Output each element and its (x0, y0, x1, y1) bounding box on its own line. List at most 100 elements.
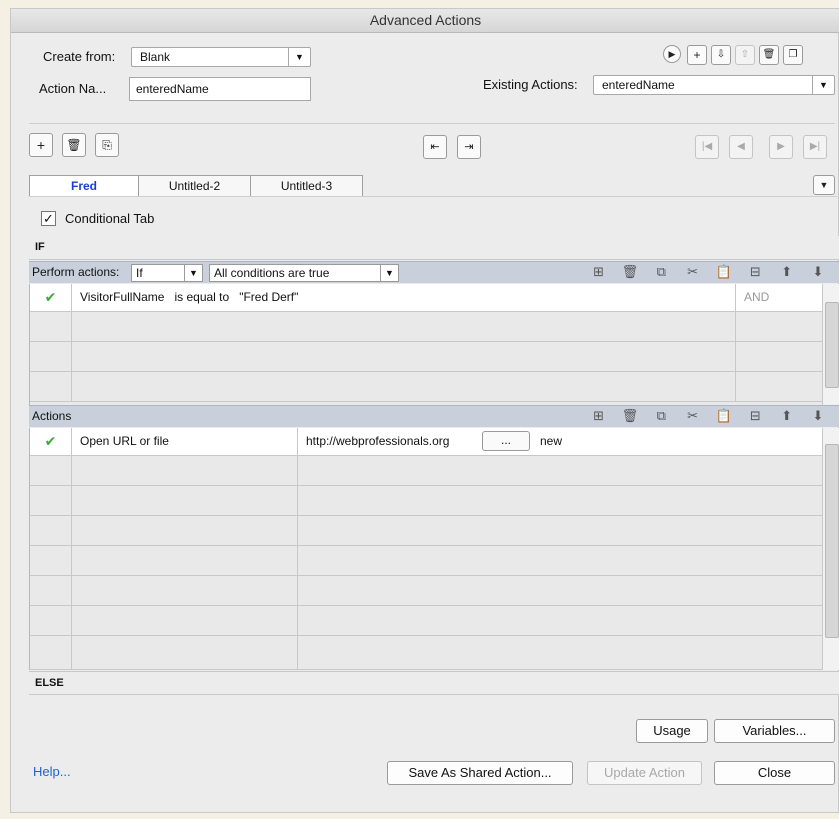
empty-cell (72, 456, 298, 485)
move-down-icon[interactable]: ⬇ (804, 264, 832, 280)
action-window: new (540, 434, 563, 448)
trash-icon[interactable]: 🗑 (616, 408, 644, 424)
empty-cell (72, 516, 298, 545)
actions-scrollbar[interactable] (822, 428, 839, 670)
trash-icon[interactable]: 🗑 (759, 45, 779, 65)
paste-icon[interactable]: 📋 (710, 264, 738, 280)
add-action-icon[interactable]: + (687, 45, 707, 65)
create-from-label: Create from: (43, 49, 116, 64)
condition-mode-value: All conditions are true (214, 266, 330, 280)
check-icon: ✔ (30, 428, 72, 455)
table-row[interactable] (30, 312, 823, 342)
import-icon[interactable]: ⇩ (711, 45, 731, 65)
chevron-down-icon: ▼ (812, 76, 834, 94)
move-down-icon[interactable]: ⬇ (804, 408, 832, 424)
tab-untitled-2[interactable]: Untitled-2 (138, 175, 251, 197)
empty-cell (72, 606, 298, 635)
table-row[interactable] (30, 636, 823, 670)
move-up-icon[interactable]: ⬆ (773, 408, 801, 424)
conditions-grid: ✔ VisitorFullName is equal to "Fred Derf… (29, 284, 823, 406)
table-row[interactable] (30, 342, 823, 372)
action-name-label: Action Na... (39, 81, 107, 96)
existing-actions-dropdown[interactable]: enteredName ▼ (593, 75, 835, 95)
export-icon[interactable]: ⇧ (735, 45, 755, 65)
paste-icon[interactable]: 📋 (710, 408, 738, 424)
condition-mode-dropdown[interactable]: All conditions are true ▼ (209, 264, 399, 282)
cut-icon[interactable]: ✂ (679, 264, 707, 280)
delete-tab-icon[interactable]: 🗑 (62, 133, 86, 157)
divider (29, 196, 839, 197)
tab-untitled-3[interactable]: Untitled-3 (250, 175, 363, 197)
perform-mode-dropdown[interactable]: If ▼ (131, 264, 203, 282)
table-row[interactable] (30, 546, 823, 576)
update-action-button[interactable]: Update Action (587, 761, 702, 785)
create-from-dropdown[interactable]: Blank ▼ (131, 47, 311, 67)
scroll-thumb[interactable] (825, 444, 839, 638)
conditions-scrollbar[interactable] (822, 284, 839, 406)
close-button[interactable]: Close (714, 761, 835, 785)
table-row[interactable]: ✔ Open URL or file http://webprofessiona… (30, 428, 823, 456)
insert-row-icon[interactable]: ⊞ (585, 264, 613, 280)
tabs-menu-chevron-icon[interactable]: ▼ (813, 175, 835, 195)
target-cell[interactable]: http://webprofessionals.org ... new (298, 428, 823, 455)
move-up-icon[interactable]: ⬆ (773, 264, 801, 280)
insert-below-icon[interactable]: ⊟ (741, 264, 769, 280)
cut-icon[interactable]: ✂ (679, 408, 707, 424)
table-row[interactable] (30, 486, 823, 516)
empty-cell (30, 546, 72, 575)
divider (29, 123, 835, 124)
insert-row-icon[interactable]: ⊞ (585, 408, 613, 424)
copy-tab-icon[interactable]: ⎘ (95, 133, 119, 157)
empty-cell (30, 606, 72, 635)
prev-tab-icon[interactable]: ◀ (729, 135, 753, 159)
table-row[interactable] (30, 576, 823, 606)
table-row[interactable] (30, 606, 823, 636)
table-row[interactable] (30, 516, 823, 546)
window-title: Advanced Actions (11, 9, 839, 33)
usage-button[interactable]: Usage (636, 719, 708, 743)
actions-grid: ✔ Open URL or file http://webprofessiona… (29, 428, 823, 670)
variables-button[interactable]: Variables... (714, 719, 835, 743)
actions-bar: Actions ⊞ 🗑 ⧉ ✂ 📋 ⊟ ⬆ ⬇ (29, 405, 839, 427)
copy-icon[interactable]: ⧉ (647, 408, 675, 424)
empty-cell (72, 636, 298, 669)
tab-fred[interactable]: Fred (29, 175, 139, 197)
table-row[interactable] (30, 456, 823, 486)
browse-button[interactable]: ... (482, 431, 530, 451)
add-tab-icon[interactable]: + (29, 133, 53, 157)
action-name-input[interactable]: enteredName (129, 77, 311, 101)
move-left-icon[interactable]: ⇤ (423, 135, 447, 159)
trash-icon[interactable]: 🗑 (616, 264, 644, 280)
table-row[interactable] (30, 372, 823, 402)
last-tab-icon[interactable]: ▶| (803, 135, 827, 159)
empty-cell (30, 516, 72, 545)
move-right-icon[interactable]: ⇥ (457, 135, 481, 159)
condition-variable: VisitorFullName (80, 290, 165, 304)
help-link[interactable]: Help... (33, 764, 71, 779)
perform-actions-label: Perform actions: (32, 265, 120, 279)
empty-cell (30, 636, 72, 669)
existing-actions-value: enteredName (602, 78, 675, 92)
first-tab-icon[interactable]: |◀ (695, 135, 719, 159)
empty-cell (72, 342, 736, 371)
table-row[interactable]: ✔ VisitorFullName is equal to "Fred Derf… (30, 284, 823, 312)
empty-cell (72, 576, 298, 605)
action-cell[interactable]: Open URL or file (72, 428, 298, 455)
chevron-down-icon: ▼ (288, 48, 310, 66)
copy-icon[interactable]: ⧉ (647, 264, 675, 280)
conditional-tab-checkbox[interactable]: ✓ (41, 211, 56, 226)
condition-logic[interactable]: AND (736, 284, 823, 311)
empty-cell (30, 576, 72, 605)
condition-toolbar: ⊞ 🗑 ⧉ ✂ 📋 ⊟ ⬆ ⬇ (585, 264, 832, 280)
play-icon[interactable]: ▶ (663, 45, 681, 63)
duplicate-icon[interactable]: ❐ (783, 45, 803, 65)
empty-cell (30, 486, 72, 515)
scroll-thumb[interactable] (825, 302, 839, 388)
perform-mode-value: If (136, 266, 143, 280)
condition-cell[interactable]: VisitorFullName is equal to "Fred Derf" (72, 284, 736, 311)
empty-cell (30, 312, 72, 341)
insert-below-icon[interactable]: ⊟ (741, 408, 769, 424)
next-tab-icon[interactable]: ▶ (769, 135, 793, 159)
save-shared-action-button[interactable]: Save As Shared Action... (387, 761, 573, 785)
chevron-down-icon: ▼ (380, 265, 398, 281)
